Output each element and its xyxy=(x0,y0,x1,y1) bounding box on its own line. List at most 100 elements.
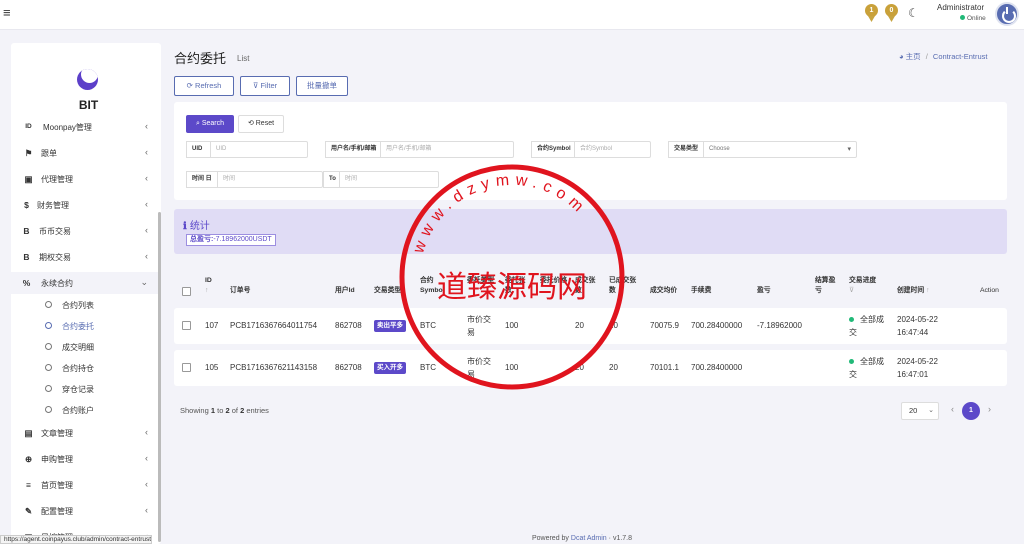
sidebar-item-options[interactable]: B 期权交易 ‹ xyxy=(11,246,161,268)
user-input[interactable]: 用户名/手机/邮箱 xyxy=(380,141,514,158)
stats-title-text: 统计 xyxy=(189,221,210,232)
cell-text: 16:47:01 xyxy=(897,370,929,379)
page-1-button[interactable]: 1 xyxy=(962,402,980,420)
sidebar-item-label: 申购管理 xyxy=(41,455,73,464)
sidebar-subitem-liquidation[interactable]: 穿仓记录 xyxy=(11,380,161,398)
sidebar-subitem-accounts[interactable]: 合约账户 xyxy=(11,401,161,419)
trade-type-value: Choose xyxy=(709,146,730,152)
cell-lots: 100 xyxy=(505,321,519,330)
cell-text: 易 xyxy=(467,370,475,379)
time-from-input[interactable]: 时间 xyxy=(217,171,323,188)
sidebar-item-label: 首页管理 xyxy=(41,481,73,490)
search-button[interactable]: ⌕ Search xyxy=(186,115,234,133)
filter-icon[interactable]: ⊽ xyxy=(849,287,854,294)
sort-icon[interactable]: ↑ xyxy=(205,287,208,294)
medal-icon[interactable]: 1 xyxy=(865,4,878,17)
cell-filled-lots: 20 xyxy=(575,321,584,330)
sidebar-item-copy-trade[interactable]: ⚑ 跟单 ‹ xyxy=(11,142,161,164)
sidebar-subitem-contract-entrust[interactable]: 合约委托 xyxy=(11,317,161,335)
filter-button[interactable]: ⊽ Filter xyxy=(240,76,290,96)
sidebar-subitem-contract-list[interactable]: 合约列表 xyxy=(11,296,161,314)
cell-text: 易 xyxy=(467,328,475,337)
column-header-id[interactable]: ID ↑ xyxy=(205,276,212,296)
cell-lots: 100 xyxy=(505,363,519,372)
column-header-text: 委托张 xyxy=(505,277,526,284)
row-checkbox[interactable] xyxy=(182,363,191,372)
sidebar-subitem-positions[interactable]: 合约持仓 xyxy=(11,359,161,377)
reset-button[interactable]: ⟲ Reset xyxy=(238,115,284,133)
sort-icon[interactable]: ↑ xyxy=(926,287,929,294)
time-to-label: To xyxy=(323,171,339,188)
column-header-text: 亏 xyxy=(815,287,822,294)
trade-type-badge: 卖出平多 xyxy=(374,320,406,332)
hamburger-icon[interactable]: ≡ xyxy=(3,6,11,19)
row-checkbox[interactable] xyxy=(182,321,191,330)
cell-filled: 20 xyxy=(609,321,618,330)
cell-created: 2024-05-22 16:47:44 xyxy=(897,313,938,339)
cell-text: 交 xyxy=(849,370,857,379)
column-header-filled-lots: 成交张数 xyxy=(575,276,595,296)
cell-fee: 700.28400000 xyxy=(691,321,743,330)
column-header-trade-type: 交易类型 xyxy=(374,286,401,296)
per-page-select[interactable]: 20 ⌄ xyxy=(901,402,939,420)
breadcrumb-separator: / xyxy=(925,52,928,61)
medal-icon[interactable]: 0 xyxy=(885,4,898,17)
user-label: 用户名/手机/邮箱 xyxy=(325,141,380,158)
symbol-label: 合约Symbol xyxy=(531,141,574,158)
avatar[interactable] xyxy=(995,2,1019,26)
cell-text: 市价交 xyxy=(467,357,491,366)
chevron-left-icon: ‹ xyxy=(145,479,148,489)
breadcrumb-current[interactable]: Contract-Entrust xyxy=(933,52,988,61)
uid-input[interactable]: UID xyxy=(210,141,308,158)
symbol-input[interactable]: 合约Symbol xyxy=(574,141,651,158)
logo-text: BIT xyxy=(78,98,99,112)
refresh-button[interactable]: ⟳ Refresh xyxy=(174,76,234,96)
next-page-button[interactable]: › xyxy=(988,404,991,414)
dashboard-icon: ◕ xyxy=(899,52,904,61)
moon-icon[interactable]: ☾ xyxy=(908,6,919,20)
chevron-down-icon: ⌄ xyxy=(928,407,934,414)
sidebar-item-label: 配置管理 xyxy=(41,507,73,516)
column-header-text: 成交张 xyxy=(575,277,596,284)
prev-page-button[interactable]: ‹ xyxy=(951,404,954,414)
sidebar-item-agent[interactable]: ▣ 代理管理 ‹ xyxy=(11,168,161,190)
admin-name[interactable]: Administrator xyxy=(937,3,984,12)
sidebar-item-subscription[interactable]: ⊕ 申购管理 ‹ xyxy=(11,448,161,470)
caret-down-icon: ▾ xyxy=(847,146,851,153)
breadcrumb-home[interactable]: 主页 xyxy=(906,52,921,61)
footer-link[interactable]: Dcat Admin xyxy=(571,535,607,542)
page-title: 合约委托 xyxy=(174,51,227,66)
sidebar-item-label: 代理管理 xyxy=(41,175,73,184)
sidebar-subitem-label: 合约持仓 xyxy=(62,364,94,373)
sidebar-item-articles[interactable]: ▤ 文章管理 ‹ xyxy=(11,422,161,444)
sidebar-scrollbar[interactable] xyxy=(158,212,161,542)
batch-cancel-button[interactable]: 批量撤单 xyxy=(296,76,348,96)
cell-id: 105 xyxy=(205,363,219,372)
sidebar-item-homepage[interactable]: ≡ 首页管理 ‹ xyxy=(11,474,161,496)
cell-user-id: 862708 xyxy=(335,363,362,372)
cell-filled: 20 xyxy=(609,363,618,372)
column-header-fee: 手续费 xyxy=(691,287,712,294)
sidebar-item-config[interactable]: ✎ 配置管理 ‹ xyxy=(11,500,161,522)
total-profit: 总盈亏:-7.18962000USDT xyxy=(186,234,276,246)
sidebar-item-perpetual[interactable]: % 永续合约 ⌄ xyxy=(11,272,161,294)
time-to-input[interactable]: 时间 xyxy=(339,171,439,188)
trade-type-select[interactable]: Choose ▾ xyxy=(703,141,857,158)
circle-icon xyxy=(45,406,52,413)
sidebar-item-spot[interactable]: B 币币交易 ‹ xyxy=(11,220,161,242)
circle-icon xyxy=(45,385,52,392)
cell-order-type: 市价交易 xyxy=(467,355,491,381)
sidebar-item-finance[interactable]: $ 财务管理 ‹ xyxy=(11,194,161,216)
sidebar-subitem-trade-detail[interactable]: 成交明细 xyxy=(11,338,161,356)
bitcoin-icon: B xyxy=(23,252,30,262)
column-header-action: Action xyxy=(980,287,999,294)
sidebar-item-moonpay[interactable]: ID Moonpay管理 ‹ xyxy=(11,116,161,138)
column-header-avg-price: 成交均价 xyxy=(650,287,678,294)
footer: Powered by Dcat Admin · v1.7.8 xyxy=(0,535,1024,542)
cell-order-no: PCB1716367664011754 xyxy=(230,321,318,330)
page-subtitle: List xyxy=(237,54,250,63)
circle-icon xyxy=(45,322,52,329)
select-all-checkbox[interactable] xyxy=(182,287,191,296)
column-header-text: 数 xyxy=(575,287,582,294)
total-profit-value: -7.18962000USDT xyxy=(213,236,272,243)
